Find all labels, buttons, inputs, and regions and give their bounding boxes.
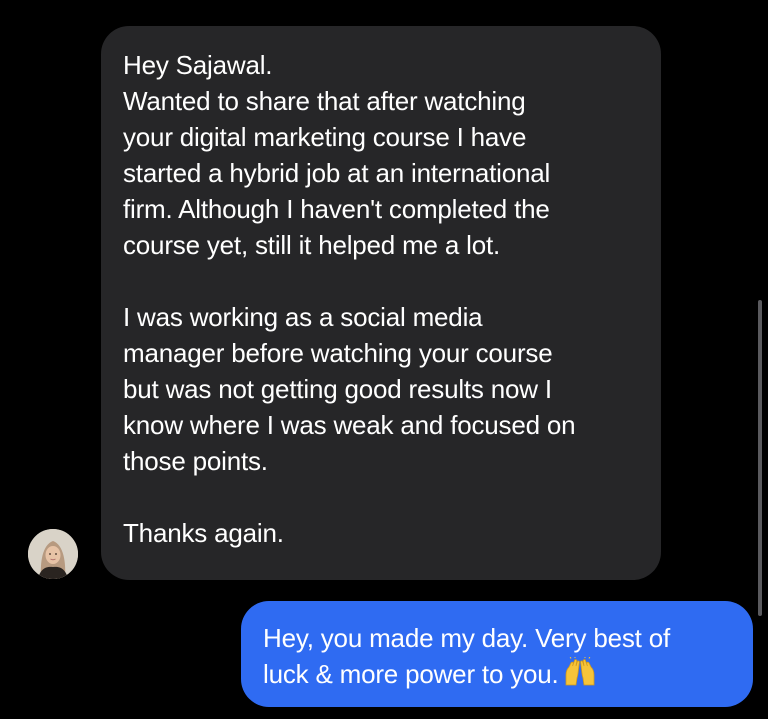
sender-avatar[interactable] <box>28 529 78 579</box>
scrollbar[interactable] <box>758 300 762 616</box>
sent-message-bubble[interactable]: Hey, you made my day. Very best of luck … <box>241 601 753 707</box>
avatar-image <box>28 529 78 579</box>
received-message-paragraph-1: Hey Sajawal. Wanted to share that after … <box>123 50 551 260</box>
received-message-paragraph-3: Thanks again. <box>123 518 284 548</box>
sent-message-line-2-wrap: luck & more power to you. <box>263 656 731 696</box>
chat-screen: Hey Sajawal. Wanted to share that after … <box>0 0 768 719</box>
sent-message-line-1: Hey, you made my day. Very best of <box>263 623 670 653</box>
received-message-paragraph-2: I was working as a social media manager … <box>123 302 576 476</box>
raising-hands-icon <box>563 656 597 696</box>
received-message-bubble[interactable]: Hey Sajawal. Wanted to share that after … <box>101 26 661 580</box>
sent-message-line-2: luck & more power to you. <box>263 659 559 689</box>
